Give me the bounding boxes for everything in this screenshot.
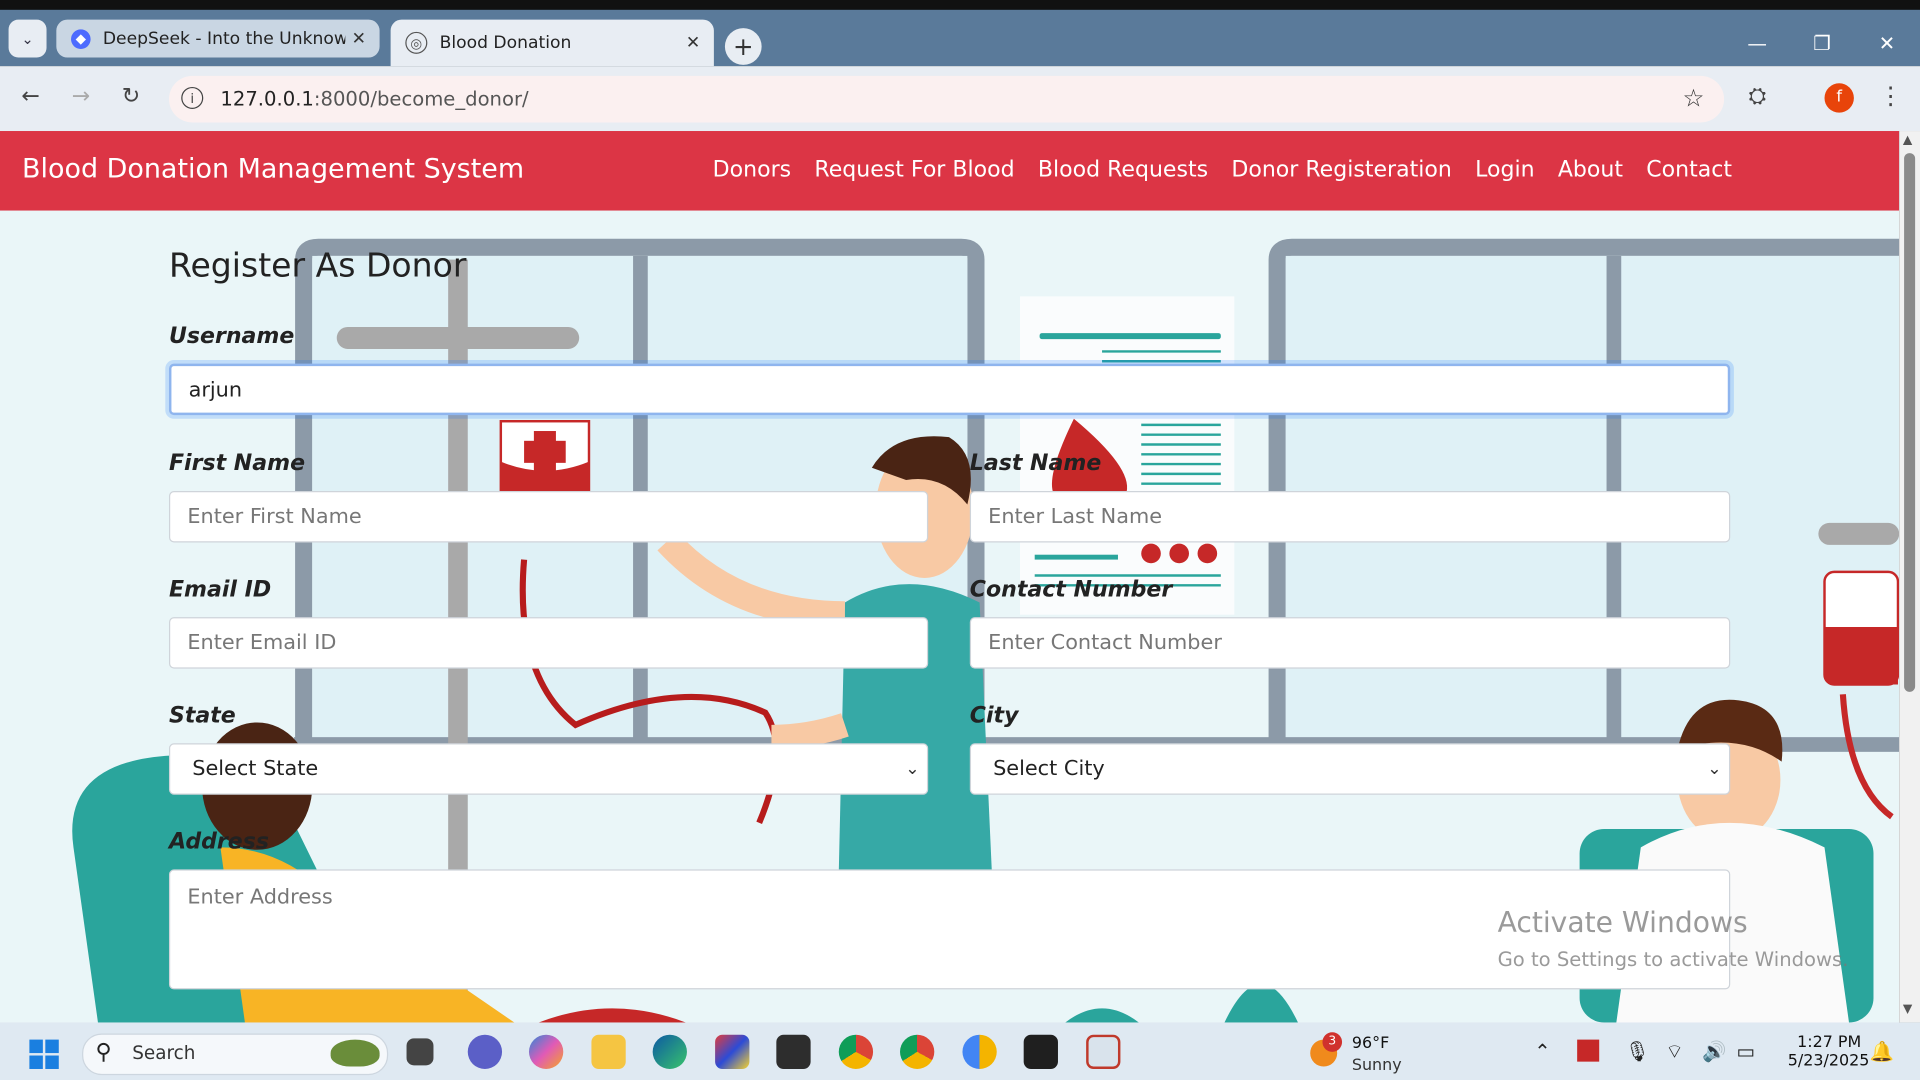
nav-links: Donors Request For Blood Blood Requests … <box>713 157 1732 183</box>
new-tab-button[interactable]: + <box>724 28 762 65</box>
site-navbar: Blood Donation Management System Donors … <box>0 131 1900 211</box>
flag-app-icon[interactable] <box>1577 1039 1600 1062</box>
site-info-icon[interactable]: i <box>181 86 204 109</box>
terminal-icon[interactable] <box>776 1034 811 1069</box>
page-scrollbar[interactable]: ▲ ▼ <box>1899 131 1920 1023</box>
extensions-icon[interactable]: ⛭ <box>1749 83 1767 109</box>
nav-link-donor-registration[interactable]: Donor Registeration <box>1231 157 1451 183</box>
forward-arrow-icon[interactable]: → <box>65 83 97 109</box>
windows-start-icon[interactable] <box>29 1039 59 1069</box>
deepseek-whale-icon: ◆ <box>71 28 91 49</box>
url-text[interactable]: 127.0.0.1:8000/become_donor/ <box>220 87 528 110</box>
chevron-down-icon: ⌄ <box>1707 759 1722 779</box>
close-icon[interactable]: ✕ <box>345 29 372 49</box>
back-arrow-icon[interactable]: ← <box>15 83 47 109</box>
weather-temperature: 96°F <box>1351 1034 1390 1054</box>
first-name-input[interactable]: Enter First Name <box>168 491 929 543</box>
url-host: 127.0.0.1 <box>220 86 314 111</box>
nav-link-login[interactable]: Login <box>1475 157 1534 183</box>
nav-link-donors[interactable]: Donors <box>713 157 791 183</box>
microphone-icon[interactable]: 🎙 <box>1625 1040 1650 1063</box>
notification-badge: 3 <box>1322 1032 1343 1052</box>
windows-taskbar: ⚲ Search 3 96°F Sunny ⌃ 🎙 ⌔ 🔊 ▭ 1:27 PM … <box>0 1022 1920 1080</box>
close-icon[interactable]: ✕ <box>680 33 707 53</box>
site-brand[interactable]: Blood Donation Management System <box>22 154 524 185</box>
globe-icon: ◎ <box>405 31 428 54</box>
volume-icon[interactable]: 🔊 <box>1702 1040 1726 1063</box>
bookmark-star-icon[interactable]: ☆ <box>1683 83 1705 112</box>
close-window-icon[interactable]: ✕ <box>1869 32 1906 55</box>
show-hidden-icons-chevron-icon[interactable]: ⌃ <box>1534 1040 1550 1063</box>
search-icon: ⚲ <box>95 1039 112 1066</box>
edge-icon[interactable] <box>652 1034 687 1069</box>
snipping-tool-icon[interactable] <box>1086 1034 1121 1069</box>
nav-link-blood-requests[interactable]: Blood Requests <box>1038 157 1208 183</box>
state-select-value: Select State <box>192 756 319 782</box>
command-prompt-icon[interactable] <box>1023 1034 1058 1069</box>
url-path: :8000/become_donor/ <box>313 86 529 111</box>
clock-date: 5/23/2025 <box>1787 1051 1870 1071</box>
paint-app-icon[interactable] <box>715 1034 750 1069</box>
address-bar[interactable]: i 127.0.0.1:8000/become_donor/ ☆ <box>168 75 1725 123</box>
nav-link-request-for-blood[interactable]: Request For Blood <box>814 157 1014 183</box>
username-label: Username <box>168 323 295 349</box>
page-title: Register As Donor <box>168 247 467 286</box>
email-input[interactable]: Enter Email ID <box>168 617 929 669</box>
username-input[interactable]: arjun <box>168 363 1731 416</box>
tab-deepseek[interactable]: ◆ DeepSeek - Into the Unknown ✕ <box>56 19 380 58</box>
restore-icon[interactable]: ❐ <box>1804 32 1841 55</box>
tab-search-chevron-icon[interactable]: ⌄ <box>8 19 47 58</box>
menu-kebab-icon[interactable]: ⋮ <box>1878 81 1902 110</box>
browser-app-icon[interactable] <box>962 1034 997 1069</box>
nav-link-contact[interactable]: Contact <box>1646 157 1732 183</box>
notification-bell-icon[interactable]: 🔔 <box>1870 1040 1894 1063</box>
scrollbar-thumb[interactable] <box>1904 153 1916 692</box>
nav-link-about[interactable]: About <box>1558 157 1623 183</box>
task-view-icon[interactable] <box>406 1038 434 1066</box>
chrome-icon[interactable] <box>900 1034 935 1069</box>
battery-icon[interactable]: ▭ <box>1736 1040 1755 1063</box>
contact-number-label: Contact Number <box>969 576 1173 603</box>
file-explorer-icon[interactable] <box>591 1034 626 1069</box>
city-label: City <box>969 702 1019 729</box>
clock-time: 1:27 PM <box>1797 1033 1862 1052</box>
system-clock[interactable]: 1:27 PM 5/23/2025 <box>1787 1033 1870 1071</box>
search-highlight-turtle-icon <box>330 1039 380 1067</box>
contact-number-input[interactable]: Enter Contact Number <box>969 617 1731 669</box>
last-name-label: Last Name <box>969 450 1102 477</box>
teams-icon[interactable] <box>467 1034 503 1069</box>
address-textarea[interactable]: Enter Address <box>168 869 1731 990</box>
last-name-input[interactable]: Enter Last Name <box>969 491 1731 543</box>
copilot-icon[interactable] <box>528 1034 564 1069</box>
tab-blood-donation[interactable]: ◎ Blood Donation ✕ <box>390 19 714 67</box>
web-page: Blood Donation Management System Donors … <box>0 131 1900 1023</box>
chrome-profile-icon[interactable] <box>838 1034 874 1069</box>
reload-icon[interactable]: ↻ <box>115 83 147 109</box>
city-select-value: Select City <box>993 756 1105 782</box>
wifi-icon[interactable]: ⌔ <box>1665 1040 1683 1064</box>
scroll-up-icon[interactable]: ▲ <box>1903 133 1912 146</box>
state-select[interactable]: Select State ⌄ <box>168 743 929 795</box>
taskbar-search[interactable]: ⚲ Search <box>82 1033 389 1076</box>
browser-toolbar: ← → ↻ i 127.0.0.1:8000/become_donor/ ☆ ⛭… <box>0 66 1920 132</box>
minimize-icon[interactable]: — <box>1739 32 1776 55</box>
tab-title: DeepSeek - Into the Unknown <box>102 28 346 49</box>
activate-windows-subtitle: Go to Settings to activate Windows. <box>1497 947 1849 972</box>
screen-top-edge <box>0 0 1920 10</box>
scroll-down-icon[interactable]: ▼ <box>1903 1003 1912 1016</box>
first-name-label: First Name <box>168 450 306 477</box>
chevron-down-icon: ⌄ <box>905 759 920 779</box>
weather-condition: Sunny <box>1351 1056 1402 1076</box>
email-label: Email ID <box>168 576 272 603</box>
address-label: Address <box>168 828 269 855</box>
tab-title: Blood Donation <box>439 33 572 53</box>
activate-windows-title: Activate Windows <box>1497 907 1748 940</box>
profile-avatar[interactable]: f <box>1824 83 1854 113</box>
state-label: State <box>168 702 236 729</box>
browser-tab-bar: ⌄ ◆ DeepSeek - Into the Unknown ✕ ◎ Bloo… <box>0 9 1920 67</box>
city-select[interactable]: Select City ⌄ <box>969 743 1731 795</box>
taskbar-search-label: Search <box>132 1042 196 1065</box>
